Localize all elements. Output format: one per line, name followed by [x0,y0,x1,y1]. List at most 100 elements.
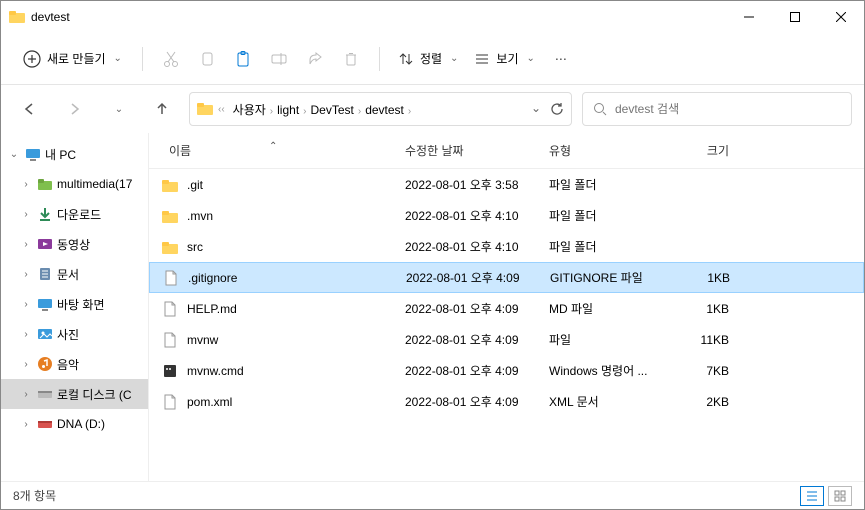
chevron-right-icon[interactable]: › [19,239,33,250]
new-button[interactable]: 새로 만들기 ⌄ [13,44,132,74]
chevron-right-icon[interactable]: › [19,299,33,310]
refresh-button[interactable] [549,101,565,117]
chevron-right-icon[interactable]: › [19,209,33,220]
new-label: 새로 만들기 [47,50,106,67]
view-button[interactable]: 보기 ⌄ [466,44,542,73]
file-row[interactable]: src2022-08-01 오후 4:10파일 폴더 [149,231,864,262]
close-button[interactable] [818,1,864,33]
file-list[interactable]: .git2022-08-01 오후 3:58파일 폴더.mvn2022-08-0… [149,169,864,481]
sidebar-item[interactable]: ⌄내 PC [1,139,148,169]
up-button[interactable] [145,92,179,126]
back-button[interactable] [13,92,47,126]
col-type[interactable]: 유형 [549,142,669,159]
maximize-button[interactable] [772,1,818,33]
title-bar: devtest [1,1,864,33]
chevron-right-icon[interactable]: › [19,389,33,400]
sidebar-item[interactable]: ›동영상 [1,229,148,259]
folder-icon [161,176,179,194]
folder-icon [9,9,25,25]
file-name: .git [187,178,203,192]
sort-button[interactable]: 정렬 ⌄ [390,44,466,73]
rename-button[interactable] [261,41,297,77]
file-size: 11KB [669,333,741,347]
chevron-right-icon[interactable]: › [19,269,33,280]
file-type: GITIGNORE 파일 [550,269,670,286]
col-size[interactable]: 크기 [669,142,741,159]
separator [142,47,143,71]
copy-button[interactable] [189,41,225,77]
file-row[interactable]: mvnw2022-08-01 오후 4:09파일11KB [149,324,864,355]
file-date: 2022-08-01 오후 4:10 [405,238,549,255]
sidebar-item[interactable]: › multimedia(17 [1,169,148,199]
sidebar-label: 로컬 디스크 (C [57,386,132,403]
breadcrumb-item[interactable]: light [273,101,303,119]
file-row[interactable]: .gitignore2022-08-01 오후 4:09GITIGNORE 파일… [149,262,864,293]
sort-label: 정렬 [420,50,442,67]
sidebar-item[interactable]: › 문서 [1,259,148,289]
file-name: .gitignore [188,271,237,285]
more-button[interactable]: ⋯ [543,41,579,77]
chevron-right-icon[interactable]: › [19,419,33,430]
file-name: mvnw.cmd [187,364,244,378]
file-name: HELP.md [187,302,237,316]
sidebar-label: 문서 [57,266,79,283]
file-size: 1KB [669,302,741,316]
recent-dropdown[interactable]: ⌄ [101,92,135,126]
file-row[interactable]: .git2022-08-01 오후 3:58파일 폴더 [149,169,864,200]
chevron-right-icon[interactable]: › [19,359,33,370]
file-date: 2022-08-01 오후 4:10 [405,207,549,224]
thumbnails-view-toggle[interactable] [828,486,852,506]
file-type: XML 문서 [549,393,669,410]
sidebar-label: 바탕 화면 [57,296,105,313]
status-bar: 8개 항목 [1,481,864,509]
file-row[interactable]: pom.xml2022-08-01 오후 4:09XML 문서2KB [149,386,864,417]
share-button[interactable] [297,41,333,77]
minimize-button[interactable] [726,1,772,33]
sidebar-label: multimedia(17 [57,177,132,191]
chevron-right-icon[interactable]: › [19,329,33,340]
address-row: ⌄ ‹‹ 사용자›light›DevTest›devtest› ⌄ [1,85,864,133]
sidebar-item[interactable]: ›사진 [1,319,148,349]
file-name: src [187,240,203,254]
breadcrumb-item[interactable]: DevTest [307,101,358,119]
file-type: Windows 명령어 ... [549,362,669,379]
delete-button[interactable] [333,41,369,77]
file-type: 파일 폴더 [549,207,669,224]
search-input[interactable] [615,102,841,116]
folder-icon [196,100,214,118]
history-dropdown[interactable]: ⌄ [531,101,541,117]
col-name[interactable]: ⌃이름 [149,142,405,159]
video-icon [37,236,53,252]
address-bar[interactable]: ‹‹ 사용자›light›DevTest›devtest› ⌄ [189,92,572,126]
col-date[interactable]: 수정한 날짜 [405,142,549,159]
chevron-right-icon: › [408,106,411,117]
view-label: 보기 [496,50,518,67]
file-row[interactable]: .mvn2022-08-01 오후 4:10파일 폴더 [149,200,864,231]
chevron-down-icon[interactable]: ⌄ [7,149,21,160]
separator [379,47,380,71]
paste-button[interactable] [225,41,261,77]
search-box[interactable] [582,92,852,126]
view-icon [474,51,490,67]
sidebar-label: 다운로드 [57,206,101,223]
sidebar-item[interactable]: › 바탕 화면 [1,289,148,319]
details-view-toggle[interactable] [800,486,824,506]
file-row[interactable]: HELP.md2022-08-01 오후 4:09MD 파일1KB [149,293,864,324]
forward-button[interactable] [57,92,91,126]
sidebar-item[interactable]: › 음악 [1,349,148,379]
file-size: 7KB [669,364,741,378]
toolbar: 새로 만들기 ⌄ 정렬 ⌄ 보기 ⌄ ⋯ [1,33,864,85]
sidebar-item[interactable]: › 로컬 디스크 (C [1,379,148,409]
cut-button[interactable] [153,41,189,77]
sidebar-label: DNA (D:) [57,417,105,431]
sort-asc-icon: ⌃ [269,141,277,152]
file-row[interactable]: mvnw.cmd2022-08-01 오후 4:09Windows 명령어 ..… [149,355,864,386]
sidebar-item[interactable]: › DNA (D:) [1,409,148,439]
chevron-left-icon: ‹‹ [218,104,225,115]
breadcrumb-item[interactable]: 사용자 [229,101,270,119]
item-count: 8개 항목 [13,487,56,504]
chevron-right-icon[interactable]: › [19,179,33,190]
breadcrumb-item[interactable]: devtest [361,101,408,119]
sidebar-label: 음악 [57,356,79,373]
sidebar-item[interactable]: › 다운로드 [1,199,148,229]
